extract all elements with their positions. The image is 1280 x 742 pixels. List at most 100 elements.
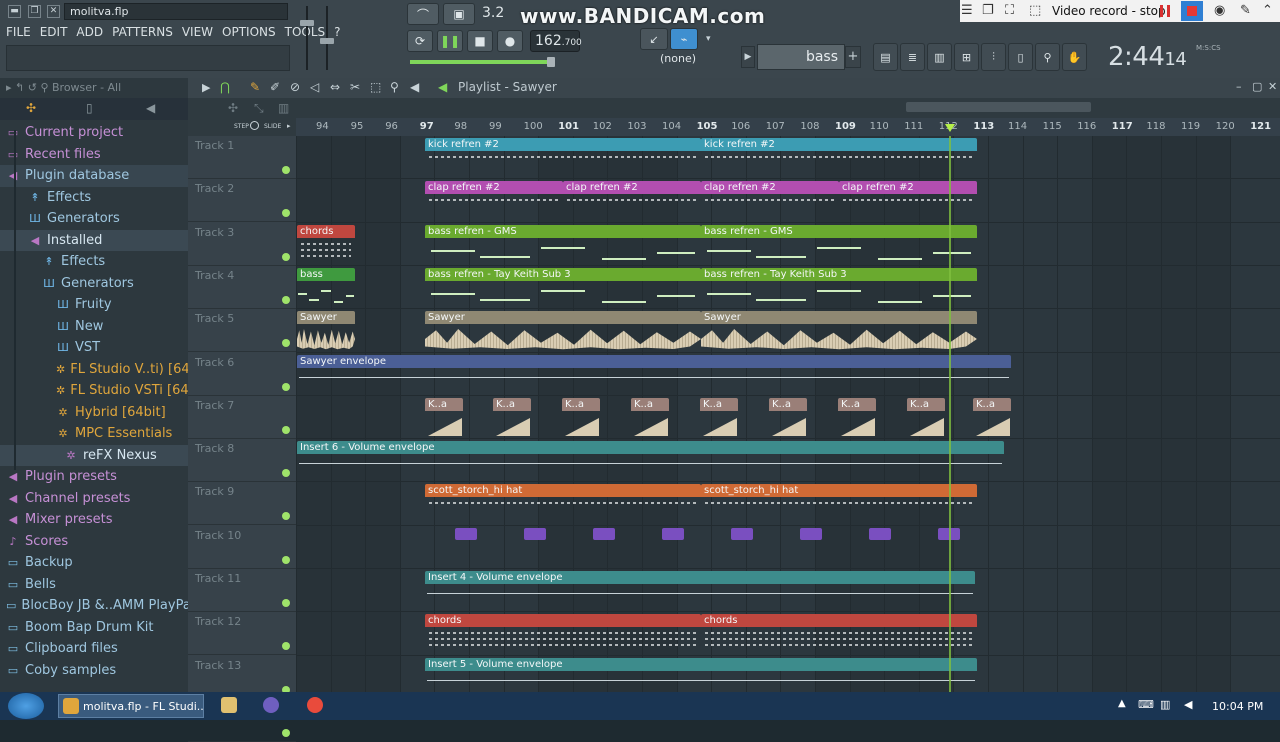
playlist-clip[interactable]: Sawyer (297, 311, 355, 353)
master-volume-slider[interactable] (300, 6, 314, 70)
minimize-icon[interactable]: – (1236, 80, 1242, 93)
playlist-clip[interactable]: scott_storch_hi hat (425, 484, 701, 526)
browser-item[interactable]: ◀ Mixer presets (0, 509, 188, 531)
track-mute-led[interactable] (282, 512, 290, 521)
menu-options[interactable]: OPTIONS (222, 25, 276, 41)
viber-icon[interactable] (263, 697, 279, 713)
track-mute-led[interactable] (282, 252, 290, 261)
playlist-clip[interactable]: kick refren #2 (701, 138, 977, 179)
playlist-clip[interactable]: bass (297, 267, 355, 309)
pen-icon[interactable]: ✎ (1240, 3, 1251, 18)
playlist-clip[interactable]: clap refren #2 (425, 181, 563, 223)
grid-icon[interactable]: ▥ (278, 101, 289, 115)
horizontal-scrollbar[interactable] (906, 102, 1091, 112)
menu-edit[interactable]: EDIT (40, 25, 68, 41)
collapse-icon[interactable]: ⌃ (1262, 3, 1273, 18)
close-icon[interactable]: ✕ (1268, 80, 1277, 93)
pattern-clip[interactable] (524, 527, 546, 540)
playlist-clip[interactable]: K..a (973, 397, 1011, 439)
track-header[interactable]: Track 11 (188, 569, 296, 612)
pattern-selector[interactable]: bass (757, 44, 845, 70)
master-pitch-slider[interactable] (320, 6, 334, 70)
window-icon[interactable]: ❐ (982, 3, 994, 18)
track-mute-led[interactable] (282, 599, 290, 607)
playlist-clip[interactable]: bass refren - GMS (701, 224, 977, 266)
record-button[interactable]: ● (497, 30, 523, 52)
track-mute-led[interactable] (282, 295, 290, 304)
browser-item[interactable]: ▭ BlocBoy JB &..AMM PlayPack) (0, 595, 211, 617)
playlist-clip[interactable]: bass refren - GMS (425, 224, 701, 266)
tray-arrow-icon[interactable]: ▲ (1118, 698, 1126, 709)
browser-item[interactable]: Ш Fruity (0, 294, 188, 316)
track-header[interactable]: Track 4 (188, 266, 296, 309)
menu-icon[interactable]: ☰ (961, 3, 973, 18)
browser-item[interactable]: ▭ Recent files (0, 144, 188, 166)
tools-icon[interactable]: ⤡ (254, 101, 264, 116)
step-sequencer-icon[interactable]: ⊞ (954, 43, 979, 71)
browser-item[interactable]: ▭ Clipboard files (0, 638, 188, 660)
loop-mode-icon[interactable]: ⟳ (407, 30, 433, 52)
browser-item[interactable]: ◀ Channel presets (0, 488, 188, 510)
track-mute-led[interactable] (282, 339, 290, 348)
browser-item[interactable]: ✲ MPC Essentials (0, 423, 188, 445)
snap-icon[interactable]: ✣ (228, 101, 238, 115)
track-mute-led[interactable] (282, 555, 290, 564)
browser-item[interactable]: Ш Generators (0, 273, 188, 295)
track-header[interactable]: Track 10 (188, 526, 296, 569)
track-header[interactable]: Track 3 (188, 223, 296, 266)
file-icon[interactable]: ▯ (86, 101, 93, 115)
browser-item[interactable]: ✲ Hybrid [64bit] (0, 402, 188, 424)
playlist-clip[interactable]: Insert 6 - Volume envelope (297, 441, 1004, 483)
playlist-clip[interactable]: K..a (425, 397, 463, 439)
pattern-clip[interactable] (662, 527, 684, 540)
browser-item[interactable]: ↟ Effects (0, 251, 188, 273)
network-icon[interactable]: ▥ (1160, 698, 1170, 711)
slice-icon[interactable]: ✂ (350, 80, 360, 94)
pencil-icon[interactable]: ✎ (250, 80, 260, 94)
browser-item[interactable]: ▭ Current project (0, 122, 188, 144)
menu-add[interactable]: ADD (76, 25, 103, 41)
playback-icon[interactable]: ◀ (410, 80, 419, 94)
browser-item[interactable]: ◀ Plugin database (0, 165, 188, 187)
play-arrow-icon[interactable]: ▶ (202, 81, 210, 94)
file-explorer-icon[interactable] (221, 697, 237, 713)
track-header[interactable]: Track 6 (188, 353, 296, 396)
taskbar-fl-studio[interactable]: molitva.flp - FL Studi... (58, 694, 204, 718)
volume-icon[interactable]: ◀ (1184, 698, 1192, 711)
plugin-icon[interactable]: ⚲ (1035, 43, 1060, 71)
playlist-clip[interactable]: Insert 4 - Volume envelope (425, 571, 975, 612)
browser-item[interactable]: ✲ FL Studio V..ti) [64bit] (0, 359, 212, 381)
typing-keyboard-icon[interactable]: ⌒ (407, 3, 439, 25)
track-header[interactable]: Track 12 (188, 612, 296, 656)
browser-item[interactable]: Ш New (0, 316, 188, 338)
menu-view[interactable]: VIEW (182, 25, 213, 41)
timeline-ruler[interactable]: 94 95 96 97 98 99 100 101 102 103 104 105 106 107 108 1… (296, 118, 1280, 136)
channel-target-label[interactable]: (none) (660, 52, 696, 65)
song-position-slider[interactable] (410, 57, 555, 67)
playlist-clip[interactable]: Sawyer (701, 311, 977, 353)
browser-item[interactable]: ♪ Scores (0, 531, 188, 553)
chevron-right-icon[interactable]: ▸ (287, 122, 291, 130)
playlist-clip[interactable]: bass refren - Tay Keith Sub 3 (701, 267, 977, 309)
playlist-clip[interactable]: K..a (769, 397, 807, 439)
arrow-left-icon[interactable]: ◀ (438, 80, 447, 94)
mute-icon[interactable]: ◁ (310, 80, 319, 94)
playlist-clip[interactable]: Insert 5 - Volume envelope (425, 657, 977, 692)
playlist-clip[interactable]: chords (701, 614, 977, 656)
start-button[interactable] (8, 693, 44, 719)
pattern-arrow-icon[interactable]: ▶ (741, 46, 755, 68)
playhead[interactable] (945, 118, 955, 692)
browser-item[interactable]: ✲ FL Studio VSTi [64bit] (0, 380, 211, 402)
fullscreen-icon[interactable]: ⛶ (1005, 3, 1014, 18)
delete-icon[interactable]: ⊘ (290, 80, 300, 94)
magnet-icon[interactable]: ⋂ (220, 80, 230, 94)
slip-icon[interactable]: ⇔ (330, 80, 340, 94)
playlist-clip[interactable]: K..a (838, 397, 876, 439)
playlist-clip[interactable]: clap refren #2 (701, 181, 839, 223)
tempo-display[interactable]: 162.700 (530, 30, 582, 52)
mixer-icon[interactable]: ⫶ (981, 43, 1006, 71)
browser-item[interactable]: ▭ Backup (0, 552, 188, 574)
playlist-clip[interactable]: K..a (562, 397, 600, 439)
browser-item[interactable]: ▭ Coby samples (0, 660, 188, 682)
playlist-clip[interactable]: scott_storch_hi hat (701, 484, 977, 526)
